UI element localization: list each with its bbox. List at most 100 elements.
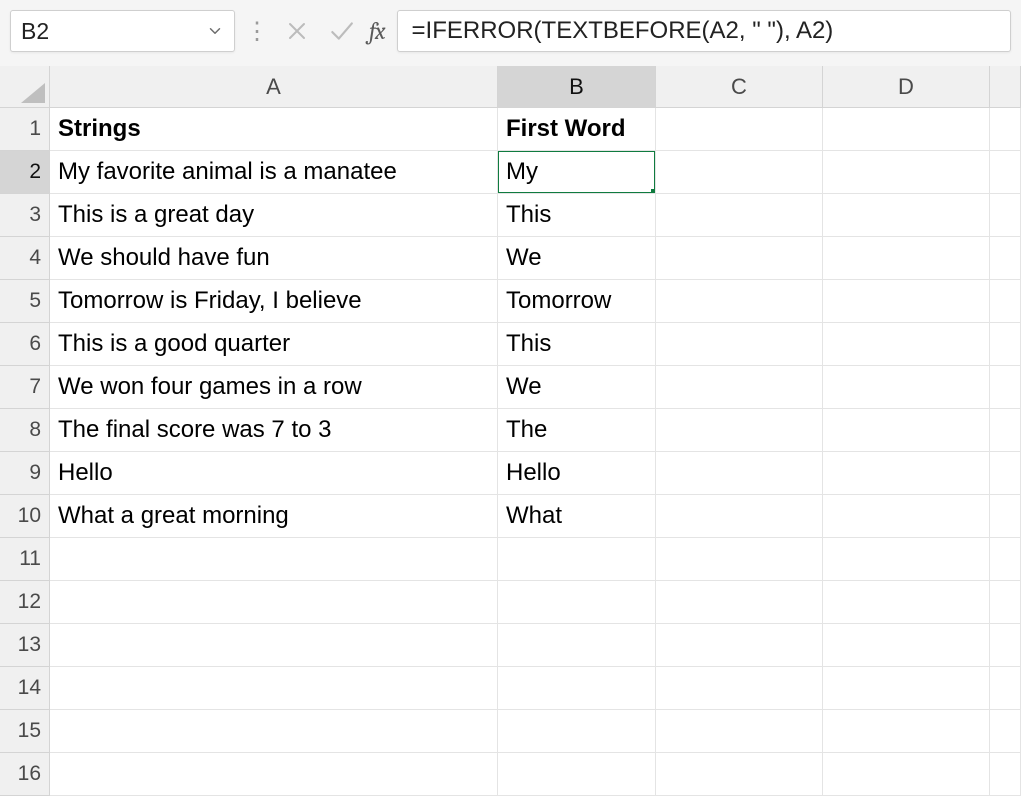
cell-D6[interactable] — [823, 323, 990, 366]
row-header-11[interactable]: 11 — [0, 538, 50, 581]
col-header-D[interactable]: D — [823, 66, 990, 108]
row-header-7[interactable]: 7 — [0, 366, 50, 409]
cell-E1[interactable] — [990, 108, 1021, 151]
row-header-10[interactable]: 10 — [0, 495, 50, 538]
cell-D14[interactable] — [823, 667, 990, 710]
cell-E6[interactable] — [990, 323, 1021, 366]
cell-A2[interactable]: My favorite animal is a manatee — [50, 151, 498, 194]
cell-C14[interactable] — [656, 667, 823, 710]
cell-C4[interactable] — [656, 237, 823, 280]
cell-C7[interactable] — [656, 366, 823, 409]
cell-A10[interactable]: What a great morning — [50, 495, 498, 538]
cell-A12[interactable] — [50, 581, 498, 624]
fx-icon[interactable]: fx — [369, 17, 385, 45]
cell-C1[interactable] — [656, 108, 823, 151]
cell-C3[interactable] — [656, 194, 823, 237]
cell-A4[interactable]: We should have fun — [50, 237, 498, 280]
cell-D9[interactable] — [823, 452, 990, 495]
col-header-B[interactable]: B — [498, 66, 656, 108]
cell-B13[interactable] — [498, 624, 656, 667]
row-header-12[interactable]: 12 — [0, 581, 50, 624]
cell-B12[interactable] — [498, 581, 656, 624]
cell-D1[interactable] — [823, 108, 990, 151]
cell-E9[interactable] — [990, 452, 1021, 495]
vertical-dots-icon[interactable]: ⋮ — [243, 16, 271, 46]
cell-E5[interactable] — [990, 280, 1021, 323]
row-header-3[interactable]: 3 — [0, 194, 50, 237]
cell-E7[interactable] — [990, 366, 1021, 409]
cell-C9[interactable] — [656, 452, 823, 495]
cell-A9[interactable]: Hello — [50, 452, 498, 495]
enter-icon[interactable] — [323, 10, 359, 52]
row-header-8[interactable]: 8 — [0, 409, 50, 452]
cell-D13[interactable] — [823, 624, 990, 667]
row-header-1[interactable]: 1 — [0, 108, 50, 151]
cell-A3[interactable]: This is a great day — [50, 194, 498, 237]
cell-A13[interactable] — [50, 624, 498, 667]
cell-B3[interactable]: This — [498, 194, 656, 237]
row-header-14[interactable]: 14 — [0, 667, 50, 710]
cell-B10[interactable]: What — [498, 495, 656, 538]
cell-B7[interactable]: We — [498, 366, 656, 409]
cell-B8[interactable]: The — [498, 409, 656, 452]
cell-D2[interactable] — [823, 151, 990, 194]
cancel-icon[interactable] — [279, 10, 315, 52]
select-all-corner[interactable] — [0, 66, 50, 108]
cell-D3[interactable] — [823, 194, 990, 237]
cell-C13[interactable] — [656, 624, 823, 667]
cell-E2[interactable] — [990, 151, 1021, 194]
cell-C15[interactable] — [656, 710, 823, 753]
cell-D16[interactable] — [823, 753, 990, 796]
cell-E11[interactable] — [990, 538, 1021, 581]
row-header-13[interactable]: 13 — [0, 624, 50, 667]
cell-A7[interactable]: We won four games in a row — [50, 366, 498, 409]
cell-E10[interactable] — [990, 495, 1021, 538]
cell-E12[interactable] — [990, 581, 1021, 624]
cell-A14[interactable] — [50, 667, 498, 710]
row-header-16[interactable]: 16 — [0, 753, 50, 796]
cell-B9[interactable]: Hello — [498, 452, 656, 495]
cell-C12[interactable] — [656, 581, 823, 624]
cell-A8[interactable]: The final score was 7 to 3 — [50, 409, 498, 452]
cell-B2[interactable]: My — [498, 151, 656, 194]
cell-C10[interactable] — [656, 495, 823, 538]
cell-E8[interactable] — [990, 409, 1021, 452]
cell-C16[interactable] — [656, 753, 823, 796]
cell-D4[interactable] — [823, 237, 990, 280]
row-header-9[interactable]: 9 — [0, 452, 50, 495]
row-header-5[interactable]: 5 — [0, 280, 50, 323]
cell-B11[interactable] — [498, 538, 656, 581]
name-box[interactable]: B2 — [10, 10, 235, 52]
row-header-6[interactable]: 6 — [0, 323, 50, 366]
cell-E13[interactable] — [990, 624, 1021, 667]
cell-B5[interactable]: Tomorrow — [498, 280, 656, 323]
cell-A6[interactable]: This is a good quarter — [50, 323, 498, 366]
col-header-E[interactable] — [990, 66, 1021, 108]
cell-C2[interactable] — [656, 151, 823, 194]
cell-C8[interactable] — [656, 409, 823, 452]
cell-C11[interactable] — [656, 538, 823, 581]
cell-A1[interactable]: Strings — [50, 108, 498, 151]
col-header-C[interactable]: C — [656, 66, 823, 108]
cell-D11[interactable] — [823, 538, 990, 581]
cell-E15[interactable] — [990, 710, 1021, 753]
cell-D12[interactable] — [823, 581, 990, 624]
formula-input[interactable]: =IFERROR(TEXTBEFORE(A2, " "), A2) — [397, 10, 1011, 52]
cell-B1[interactable]: First Word — [498, 108, 656, 151]
cell-A16[interactable] — [50, 753, 498, 796]
cell-A11[interactable] — [50, 538, 498, 581]
cell-D15[interactable] — [823, 710, 990, 753]
row-header-2[interactable]: 2 — [0, 151, 50, 194]
cell-B4[interactable]: We — [498, 237, 656, 280]
cell-E16[interactable] — [990, 753, 1021, 796]
cell-D7[interactable] — [823, 366, 990, 409]
row-header-15[interactable]: 15 — [0, 710, 50, 753]
cell-B16[interactable] — [498, 753, 656, 796]
cell-B14[interactable] — [498, 667, 656, 710]
cell-E4[interactable] — [990, 237, 1021, 280]
col-header-A[interactable]: A — [50, 66, 498, 108]
cell-B15[interactable] — [498, 710, 656, 753]
row-header-4[interactable]: 4 — [0, 237, 50, 280]
cell-E14[interactable] — [990, 667, 1021, 710]
cell-D8[interactable] — [823, 409, 990, 452]
